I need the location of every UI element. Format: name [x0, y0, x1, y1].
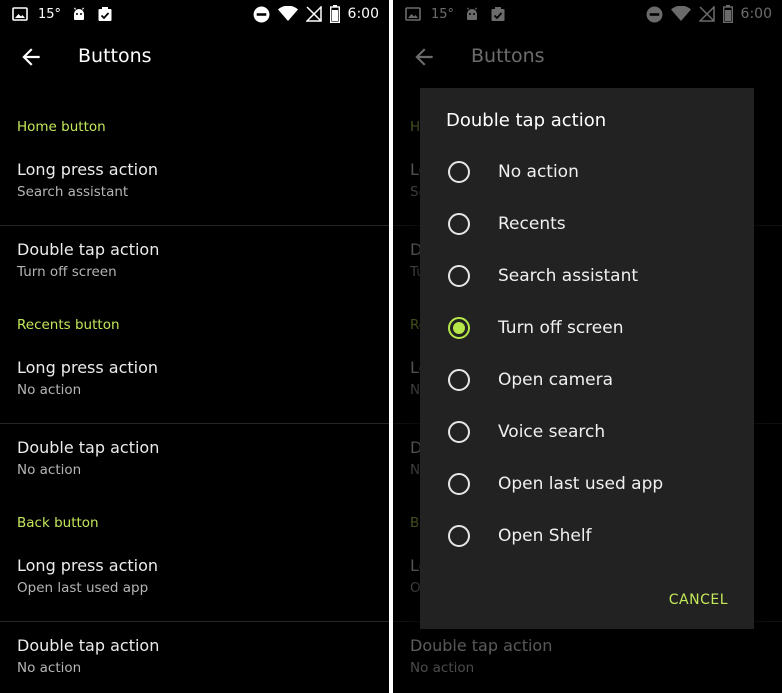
pref-title: Long press action: [17, 160, 159, 179]
option-label: Turn off screen: [498, 318, 624, 338]
option-label: Recents: [498, 214, 566, 234]
temperature: 15°: [38, 6, 62, 22]
option-label: Open camera: [498, 370, 613, 390]
pref-back-long-press[interactable]: Long press action Open last used app: [0, 542, 389, 622]
pref-summary: No action: [17, 660, 82, 676]
wifi-icon: [670, 6, 691, 21]
pref-summary: No action: [17, 462, 82, 478]
radio-button[interactable]: [448, 473, 470, 495]
pref-title: Double tap action: [17, 240, 160, 259]
dialog-title: Double tap action: [446, 110, 607, 131]
wifi-icon: [277, 6, 298, 21]
option-open-camera[interactable]: Open camera: [420, 354, 754, 406]
no-sim-icon: [698, 6, 715, 22]
radio-button[interactable]: [448, 421, 470, 443]
android-icon: [74, 7, 85, 20]
screen-buttons-dialog: 15° 6:00 Buttons Home button Long press …: [393, 0, 782, 693]
section-header-back: Back button: [17, 515, 99, 531]
radio-button[interactable]: [448, 161, 470, 183]
image-icon: [405, 7, 421, 21]
radio-button[interactable]: [448, 525, 470, 547]
option-voice-search[interactable]: Voice search: [420, 406, 754, 458]
clipboard-check-icon: [491, 7, 505, 21]
temperature: 15°: [431, 6, 455, 22]
status-bar: 15° 6:00: [0, 0, 389, 28]
image-icon: [12, 7, 28, 21]
pref-back-double-tap[interactable]: Double tap action No action: [393, 622, 782, 693]
battery-icon: [329, 5, 340, 23]
pref-title: Long press action: [17, 358, 159, 377]
pref-home-long-press[interactable]: Long press action Search assistant: [0, 146, 389, 226]
option-label: No action: [498, 162, 579, 182]
double-tap-action-dialog: Double tap action No action Recents Sear…: [420, 88, 754, 629]
no-sim-icon: [305, 6, 322, 22]
option-recents[interactable]: Recents: [420, 198, 754, 250]
radio-button[interactable]: [448, 265, 470, 287]
android-icon: [467, 7, 478, 20]
cancel-button[interactable]: CANCEL: [669, 592, 728, 608]
option-open-shelf[interactable]: Open Shelf: [420, 510, 754, 562]
dnd-icon: [646, 6, 663, 22]
clock: 6:00: [347, 6, 379, 22]
option-search-assistant[interactable]: Search assistant: [420, 250, 754, 302]
option-open-last-used-app[interactable]: Open last used app: [420, 458, 754, 510]
arrow-back-icon[interactable]: [411, 44, 437, 70]
clipboard-check-icon: [98, 7, 112, 21]
page-title: Buttons: [471, 45, 545, 67]
battery-icon: [722, 5, 733, 23]
option-no-action[interactable]: No action: [420, 146, 754, 198]
radio-button[interactable]: [448, 213, 470, 235]
option-label: Open Shelf: [498, 526, 592, 546]
pref-recents-double-tap[interactable]: Double tap action No action: [0, 424, 389, 504]
section-header-recents: Recents button: [17, 317, 120, 333]
page-title: Buttons: [78, 45, 152, 67]
clock: 6:00: [740, 6, 772, 22]
option-list: No action Recents Search assistant Turn …: [420, 146, 754, 562]
radio-button[interactable]: [448, 369, 470, 391]
option-label: Search assistant: [498, 266, 639, 286]
screen-buttons-settings: 15° 6:00 Buttons Home button Long press …: [0, 0, 389, 693]
radio-button-selected[interactable]: [448, 317, 470, 339]
toolbar: Buttons: [0, 38, 389, 78]
pref-title: Long press action: [17, 556, 159, 575]
settings-list: Home button Long press action Search ass…: [0, 108, 389, 693]
pref-title: Double tap action: [17, 438, 160, 457]
pref-summary: Turn off screen: [17, 264, 117, 280]
pref-back-double-tap[interactable]: Double tap action No action: [0, 622, 389, 693]
arrow-back-icon[interactable]: [18, 44, 44, 70]
section-header-home: Home button: [17, 119, 106, 135]
option-label: Voice search: [498, 422, 606, 442]
pref-title: Double tap action: [17, 636, 160, 655]
pref-summary: Open last used app: [17, 580, 149, 596]
pref-summary: No action: [17, 382, 82, 398]
option-turn-off-screen[interactable]: Turn off screen: [420, 302, 754, 354]
pref-recents-long-press[interactable]: Long press action No action: [0, 344, 389, 424]
pref-home-double-tap[interactable]: Double tap action Turn off screen: [0, 226, 389, 306]
dnd-icon: [253, 6, 270, 22]
option-label: Open last used app: [498, 474, 664, 494]
pref-summary: No action: [410, 660, 475, 676]
toolbar: Buttons: [393, 38, 782, 78]
pref-title: Double tap action: [410, 636, 553, 655]
status-bar: 15° 6:00: [393, 0, 782, 28]
pref-summary: Search assistant: [17, 184, 129, 200]
